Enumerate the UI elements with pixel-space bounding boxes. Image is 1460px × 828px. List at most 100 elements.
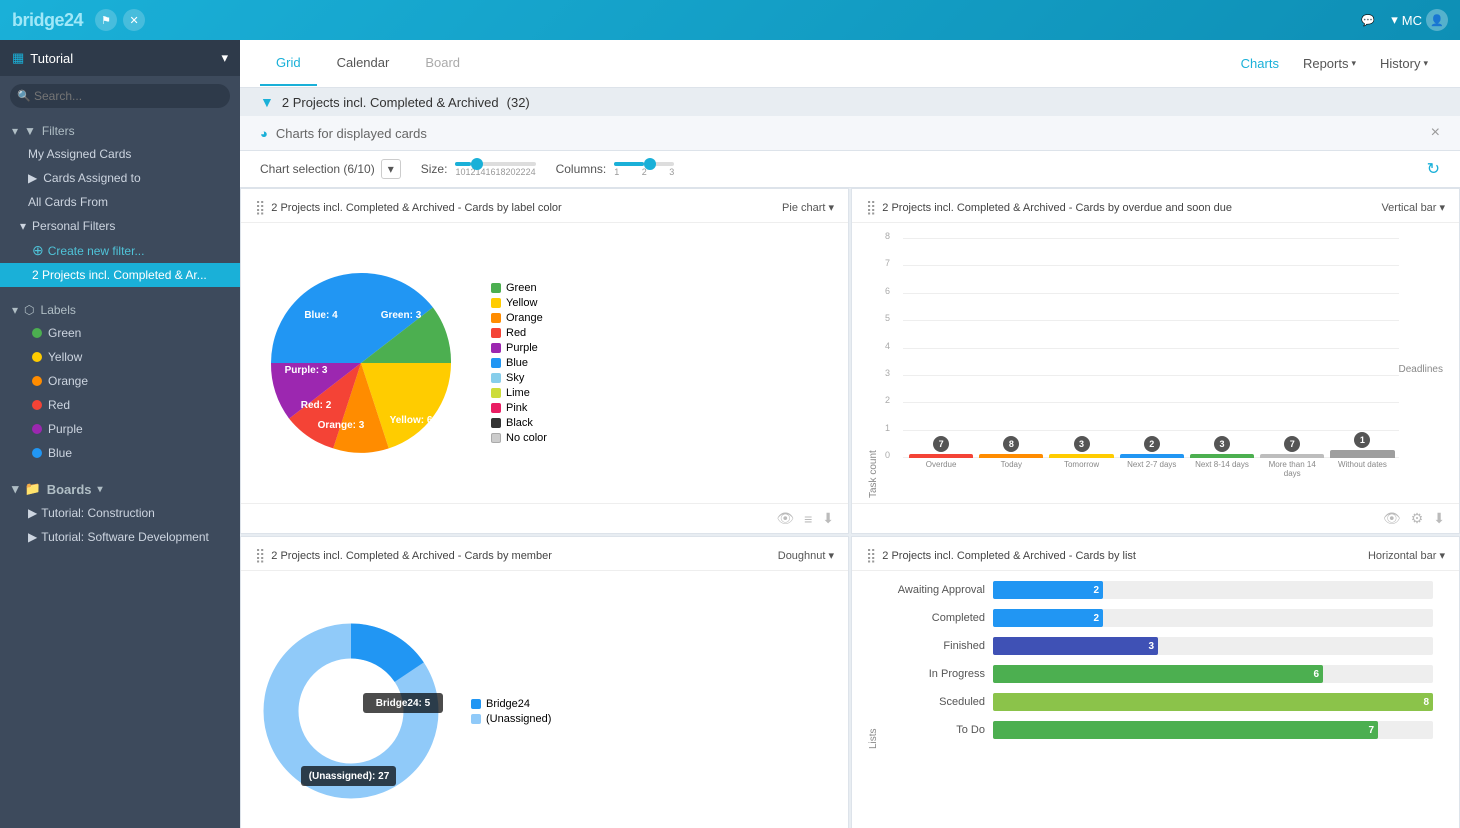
tab-board[interactable]: Board — [409, 41, 476, 86]
user-avatar-icon: 👤 — [1426, 9, 1448, 31]
eye-off-icon[interactable]: 👁 — [776, 510, 794, 527]
tab-group-left: Grid Calendar Board — [260, 41, 480, 86]
chart-controls: Chart selection (6/10) ▾ Size: 101214161… — [240, 151, 1460, 188]
doughnut-svg: Bridge24: 5 (Unassigned): 27 — [251, 611, 451, 811]
chart3-type-select[interactable]: Doughnut ▾ — [778, 549, 834, 562]
download-icon[interactable]: ⬇ — [822, 510, 834, 527]
legend-orange: Orange — [491, 312, 547, 324]
chevron-down-icon: ▾ — [12, 303, 18, 317]
chart-card-doughnut-header: ⣿ 2 Projects incl. Completed & Archived … — [241, 537, 848, 571]
vbar-tomorrow: 3 — [1049, 436, 1113, 458]
download-icon2[interactable]: ⬇ — [1433, 510, 1445, 527]
refresh-icon[interactable]: ↻ — [1427, 159, 1440, 179]
svg-text:Red: 2: Red: 2 — [301, 400, 332, 411]
green-dot — [32, 328, 42, 338]
content-area: Grid Calendar Board Charts Reports ▾ His… — [240, 40, 1460, 828]
chart-card-pie: ⣿ 2 Projects incl. Completed & Archived … — [240, 188, 849, 534]
chart1-body: Green: 3 Yellow: 6 Orange: 3 Red: 2 Purp… — [241, 223, 848, 503]
legend-red: Red — [491, 327, 547, 339]
tab-history[interactable]: History ▾ — [1368, 42, 1440, 85]
chart2-xaxis-label: Deadlines — [1399, 364, 1443, 375]
user-initials: MC — [1402, 13, 1422, 28]
sidebar-label-purple[interactable]: Purple — [0, 417, 240, 441]
sidebar-label-orange[interactable]: Orange — [0, 369, 240, 393]
chart-card-hbar-header: ⣿ 2 Projects incl. Completed & Archived … — [852, 537, 1459, 571]
hbar-row-inprogress: In Progress 6 — [893, 665, 1433, 683]
sidebar-item-cards-assigned[interactable]: ▶ Cards Assigned to — [0, 166, 240, 190]
size-slider-wrap: 1012141618202224 — [455, 162, 535, 177]
sidebar-label-red[interactable]: Red — [0, 393, 240, 417]
sidebar-board-construction[interactable]: ▶ Tutorial: Construction — [0, 501, 240, 525]
boards-section-header[interactable]: ▾ 📁 Boards ▾ — [0, 473, 240, 501]
hbar-fill-todo: 7 — [993, 721, 1378, 739]
labels-section-header[interactable]: ▾ ⬡ Labels — [0, 295, 240, 321]
chart2-title: 2 Projects incl. Completed & Archived - … — [882, 202, 1232, 214]
create-filter-label: Create new filter... — [48, 244, 145, 258]
charts-panel-title: Charts for displayed cards — [276, 126, 427, 141]
col-slider-thumb[interactable] — [644, 158, 656, 170]
drag-icon: ⣿ — [255, 199, 265, 216]
charts-grid: ⣿ 2 Projects incl. Completed & Archived … — [240, 188, 1460, 828]
chart-card-vbar-header: ⣿ 2 Projects incl. Completed & Archived … — [852, 189, 1459, 223]
chart3-title: 2 Projects incl. Completed & Archived - … — [271, 550, 552, 562]
pie-svg: Green: 3 Yellow: 6 Orange: 3 Red: 2 Purp… — [251, 253, 471, 473]
legend-green: Green — [491, 282, 547, 294]
sidebar-label-green[interactable]: Green — [0, 321, 240, 345]
close-icon[interactable]: ✕ — [123, 9, 145, 31]
charts-panel-header: ◕ Charts for displayed cards × — [240, 116, 1460, 151]
settings-icon[interactable]: ⚙ — [1411, 510, 1424, 527]
filters-section-header[interactable]: ▾ ▼ Filters — [0, 116, 240, 142]
col-slider-track — [614, 162, 674, 166]
chevron-down-icon2: ▾ — [20, 219, 26, 233]
filter-count: (32) — [507, 95, 530, 110]
hbar-chart-inner: Lists Awaiting Approval 2 Co — [868, 581, 1443, 749]
size-label: Size: — [421, 162, 448, 176]
size-slider-thumb[interactable] — [471, 158, 483, 170]
chart1-type-select[interactable]: Pie chart ▾ — [782, 201, 834, 214]
sidebar-item-active-filter[interactable]: 2 Projects incl. Completed & Ar... — [0, 263, 240, 287]
xlabel-more14: More than 14 days — [1260, 458, 1324, 498]
purple-dot — [32, 424, 42, 434]
hbar-row-completed: Completed 2 — [893, 609, 1433, 627]
search-area: 🔍 — [0, 76, 240, 116]
columns-label: Columns: — [556, 162, 607, 176]
boards-icon: 📁 — [25, 481, 41, 497]
hbar-rows-container: Awaiting Approval 2 Completed 2 — [883, 581, 1443, 749]
sidebar-item-create-filter[interactable]: ⊕ Create new filter... — [0, 238, 240, 263]
hbar-row-finished: Finished 3 — [893, 637, 1433, 655]
legend-bridge24: Bridge24 — [471, 698, 551, 710]
col-slider-labels: 123 — [614, 167, 674, 177]
tab-calendar[interactable]: Calendar — [321, 41, 406, 86]
chart4-type-select[interactable]: Horizontal bar ▾ — [1368, 549, 1445, 562]
vbar-chart-wrap: Task count 8 7 6 5 4 3 2 1 — [868, 238, 1399, 498]
tab-reports[interactable]: Reports ▾ — [1291, 42, 1368, 85]
boards-label: Boards — [47, 482, 92, 497]
drag-icon4: ⣿ — [866, 547, 876, 564]
svg-text:(Unassigned): 27: (Unassigned): 27 — [309, 771, 390, 782]
tabs-bar: Grid Calendar Board Charts Reports ▾ His… — [240, 40, 1460, 88]
project-selector[interactable]: ▦ Tutorial ▾ — [0, 40, 240, 76]
sidebar-label-yellow[interactable]: Yellow — [0, 345, 240, 369]
doughnut-container: Bridge24: 5 (Unassigned): 27 Bridge24 (U… — [251, 611, 838, 811]
chart2-type-select[interactable]: Vertical bar ▾ — [1381, 201, 1445, 214]
list-icon[interactable]: ≡ — [804, 511, 812, 527]
xlabel-next814: Next 8-14 days — [1190, 458, 1254, 498]
bookmark-icon[interactable]: ⚑ — [95, 9, 117, 31]
dropdown-arrow-icon: ▾ — [1391, 12, 1398, 28]
sidebar-item-my-assigned[interactable]: My Assigned Cards — [0, 142, 240, 166]
charts-panel-close-button[interactable]: × — [1431, 124, 1440, 142]
sidebar-board-software[interactable]: ▶ Tutorial: Software Development — [0, 525, 240, 549]
eye-off-icon2[interactable]: 👁 — [1383, 510, 1401, 527]
tab-charts[interactable]: Charts — [1229, 42, 1291, 85]
user-menu[interactable]: ▾ MC 👤 — [1391, 9, 1448, 31]
search-input[interactable] — [10, 84, 230, 108]
chat-icon[interactable]: 💬 — [1357, 9, 1379, 31]
sidebar-item-all-cards[interactable]: All Cards From — [0, 190, 240, 214]
legend-purple: Purple — [491, 342, 547, 354]
chart-selection-dropdown-icon[interactable]: ▾ — [381, 159, 401, 179]
chevron-right-icon: ▶ — [28, 171, 37, 185]
tab-grid[interactable]: Grid — [260, 41, 317, 86]
sidebar-item-personal-filters[interactable]: ▾ Personal Filters — [0, 214, 240, 238]
chart-card-hbar: ⣿ 2 Projects incl. Completed & Archived … — [851, 536, 1460, 828]
sidebar-label-blue[interactable]: Blue — [0, 441, 240, 465]
